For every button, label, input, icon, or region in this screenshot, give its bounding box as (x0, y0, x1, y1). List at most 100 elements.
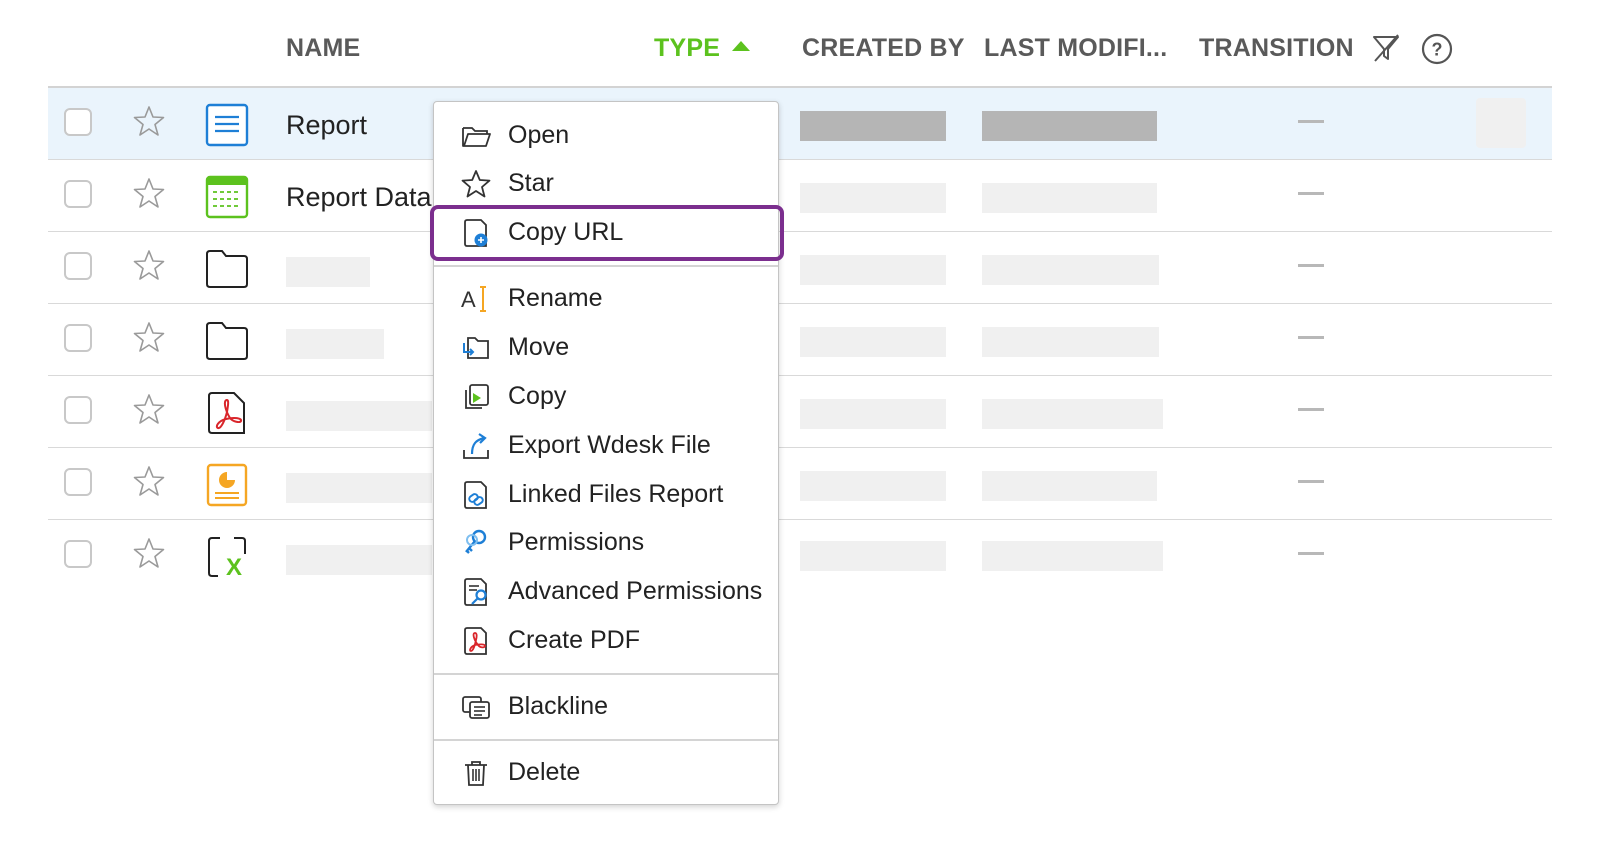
advanced-permissions-icon (464, 578, 487, 606)
column-header-created-by[interactable]: CREATED BY (802, 34, 965, 63)
svg-text:X: X (226, 554, 242, 580)
menu-item-advanced-permissions[interactable]: Advanced Permissions (434, 568, 778, 614)
menu-item-export-wdesk-file[interactable]: Export Wdesk File (434, 422, 778, 468)
transition-value (1298, 408, 1324, 411)
document-icon (205, 103, 249, 147)
table-row[interactable]: Report (48, 88, 1552, 160)
table-row[interactable] (48, 376, 1552, 448)
file-name[interactable]: Report Data (286, 182, 432, 213)
menu-item-label: Advanced Permissions (508, 577, 763, 605)
last-modified-value (982, 471, 1157, 501)
menu-item-blackline[interactable]: Blackline (434, 683, 778, 729)
table-row[interactable]: Report Data (48, 160, 1552, 232)
created-by-value (800, 327, 946, 357)
help-icon[interactable]: ? (1420, 32, 1454, 66)
svg-text:?: ? (1432, 40, 1443, 60)
move-icon (463, 337, 489, 359)
menu-item-label: Move (508, 333, 570, 361)
blackline-icon (462, 696, 490, 719)
transition-value (1298, 336, 1324, 339)
table-row[interactable] (48, 448, 1552, 520)
permissions-key-icon (465, 529, 487, 554)
excel-icon: X (208, 537, 246, 580)
export-icon (463, 433, 489, 459)
row-checkbox[interactable] (64, 252, 92, 280)
last-modified-value (982, 111, 1157, 141)
copy-url-highlight (430, 205, 784, 261)
column-header-type[interactable]: TYPE (654, 34, 751, 63)
transition-value (1298, 552, 1324, 555)
menu-divider (434, 673, 778, 675)
sort-ascending-icon (732, 41, 751, 52)
folder-open-icon (462, 127, 491, 147)
filter-off-icon[interactable] (1370, 32, 1402, 64)
folder-icon (206, 250, 248, 288)
star-icon[interactable] (132, 104, 166, 138)
created-by-value (800, 471, 946, 501)
menu-item-permissions[interactable]: Permissions (434, 519, 778, 565)
last-modified-value (982, 541, 1163, 571)
file-name-placeholder (286, 257, 370, 287)
star-icon[interactable] (132, 464, 166, 498)
menu-divider (434, 265, 778, 267)
table-header: NAME TYPE CREATED BY LAST MODIFI... TRAN… (0, 0, 1610, 88)
menu-item-linked-files-report[interactable]: Linked Files Report (434, 471, 778, 517)
created-by-value (800, 399, 946, 429)
menu-item-move[interactable]: Move (434, 324, 778, 370)
created-by-value (800, 111, 946, 141)
star-icon[interactable] (132, 176, 166, 210)
folder-icon (206, 322, 248, 360)
menu-item-label: Star (508, 169, 554, 197)
menu-item-label: Permissions (508, 528, 645, 556)
table-row[interactable]: X (48, 520, 1552, 592)
row-checkbox[interactable] (64, 540, 92, 568)
menu-item-label: Open (508, 121, 570, 149)
table-row[interactable] (48, 232, 1552, 304)
menu-item-label: Delete (508, 758, 581, 786)
file-name-placeholder (286, 473, 432, 503)
created-by-value (800, 541, 946, 571)
row-checkbox[interactable] (64, 396, 92, 424)
column-header-transition[interactable]: TRANSITION (1199, 34, 1354, 63)
menu-item-delete[interactable]: Delete (434, 749, 778, 795)
column-header-type-label: TYPE (654, 34, 721, 62)
star-icon[interactable] (132, 248, 166, 282)
menu-item-create-pdf[interactable]: Create PDF (434, 617, 778, 663)
transition-value (1298, 264, 1324, 267)
row-checkbox[interactable] (64, 108, 92, 136)
row-action-button[interactable] (1476, 98, 1526, 148)
menu-item-rename[interactable]: A Rename (434, 275, 778, 321)
menu-item-open[interactable]: Open (434, 112, 778, 158)
pdf-icon (208, 392, 245, 434)
menu-item-star[interactable]: Star (434, 160, 778, 206)
pdf-icon (464, 627, 487, 655)
star-icon[interactable] (132, 392, 166, 426)
rename-icon: A (461, 286, 486, 312)
menu-item-label: Copy (508, 382, 567, 410)
last-modified-value (982, 183, 1157, 213)
star-icon[interactable] (132, 536, 166, 570)
column-header-last-modified[interactable]: LAST MODIFI... (984, 34, 1167, 63)
row-checkbox[interactable] (64, 468, 92, 496)
file-name-placeholder (286, 329, 384, 359)
linked-files-icon (464, 481, 487, 509)
created-by-value (800, 183, 946, 213)
row-checkbox[interactable] (64, 324, 92, 352)
transition-value (1298, 120, 1324, 123)
menu-item-label: Linked Files Report (508, 480, 724, 508)
menu-item-label: Blackline (508, 692, 609, 720)
spreadsheet-icon (205, 175, 249, 219)
file-name[interactable]: Report (286, 110, 367, 141)
last-modified-value (982, 255, 1159, 285)
last-modified-value (982, 399, 1163, 429)
star-icon (461, 170, 491, 198)
menu-item-copy[interactable]: Copy (434, 373, 778, 419)
file-name-placeholder (286, 545, 432, 575)
star-icon[interactable] (132, 320, 166, 354)
menu-divider (434, 739, 778, 741)
table-row[interactable] (48, 304, 1552, 376)
svg-text:A: A (461, 287, 476, 312)
row-checkbox[interactable] (64, 180, 92, 208)
file-name-placeholder (286, 401, 432, 431)
column-header-name[interactable]: NAME (286, 34, 360, 63)
